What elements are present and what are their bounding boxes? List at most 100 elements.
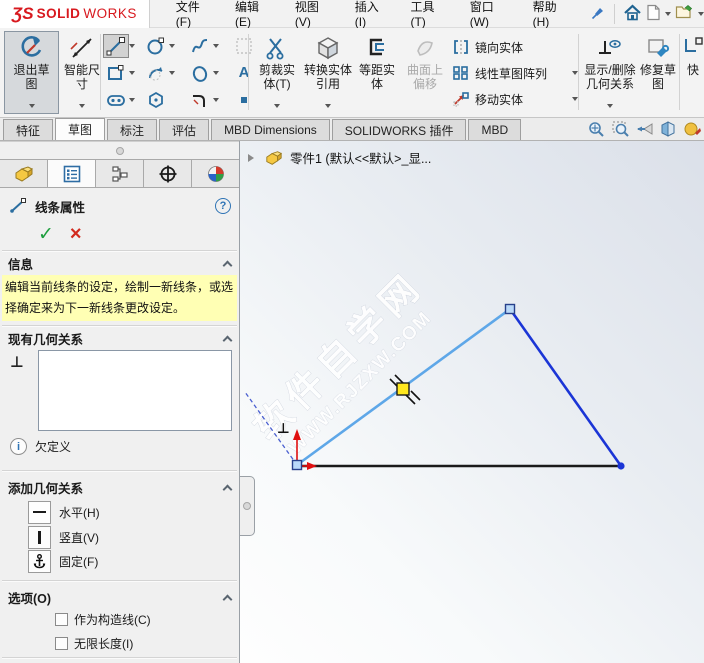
property-manager-icon: [63, 165, 80, 182]
tab-mbd[interactable]: MBD: [468, 119, 522, 140]
graphics-area[interactable]: 软件自学网 WWW.RJZXW.COM ⊥ 零件1 (默认<<默认>_显...: [240, 141, 704, 663]
ellipse-tool-button[interactable]: [187, 61, 213, 85]
display-delete-relations-dropdown-icon[interactable]: [607, 104, 613, 111]
new-document-icon[interactable]: [646, 4, 661, 24]
circle-tool-button[interactable]: [143, 34, 169, 58]
section-view-icon[interactable]: [659, 120, 678, 141]
arc-tool-button[interactable]: [143, 61, 169, 85]
tab-evaluate[interactable]: 评估: [159, 119, 210, 140]
pin-menu-icon[interactable]: [591, 5, 606, 23]
repair-sketch-button[interactable]: 修复草图: [640, 31, 676, 114]
line-tool-button[interactable]: [103, 33, 129, 58]
linear-pattern-button[interactable]: 线性草图阵列: [452, 60, 578, 86]
tab-display-manager[interactable]: [192, 160, 239, 187]
tree-expand-icon[interactable]: [248, 153, 258, 162]
tab-features[interactable]: 特征: [3, 119, 54, 140]
pattern-tools-group: 镜向实体 线性草图阵列 移动实体: [452, 34, 578, 112]
relation-horizontal[interactable]: 水平(H): [28, 500, 100, 524]
rectangle-dropdown-icon[interactable]: [129, 70, 135, 78]
mirror-entities-button[interactable]: 镜向实体: [452, 34, 578, 60]
spline-tool-button[interactable]: [187, 34, 213, 58]
tree-root-label[interactable]: 零件1 (默认<<默认>_显...: [290, 148, 431, 167]
tab-dimxpert-manager[interactable]: [144, 160, 192, 187]
panel-splitter-horizontal[interactable]: [0, 141, 239, 159]
ok-button[interactable]: ✓: [38, 223, 54, 246]
convert-dropdown-icon[interactable]: [325, 104, 331, 111]
sketch-line-right[interactable]: [508, 308, 623, 467]
help-button[interactable]: ?: [215, 198, 231, 214]
tab-mbd-dimensions[interactable]: MBD Dimensions: [211, 119, 330, 140]
tab-sketch[interactable]: 草图: [55, 118, 106, 140]
trim-entities-button[interactable]: 剪裁实体(T): [253, 31, 301, 114]
ribbon-separator: [248, 34, 249, 110]
feature-tree-flyout[interactable]: 零件1 (默认<<默认>_显...: [248, 148, 431, 167]
smart-dimension-dropdown-icon[interactable]: [79, 104, 85, 111]
polygon-tool-button[interactable]: [143, 88, 169, 112]
construction-line-checkbox[interactable]: [55, 612, 68, 626]
existing-relations-group-header[interactable]: 现有几何关系: [0, 329, 239, 347]
vertical-relation-button[interactable]: [28, 525, 51, 549]
display-delete-relations-button[interactable]: 显示/删除几何关系: [582, 31, 638, 114]
offset-entities-button[interactable]: 等距实体: [355, 31, 399, 114]
open-document-dropdown-icon[interactable]: [698, 11, 704, 19]
line-dropdown-icon[interactable]: [129, 43, 135, 51]
circle-dropdown-icon[interactable]: [169, 43, 175, 51]
trim-dropdown-icon[interactable]: [274, 104, 280, 111]
slot-dropdown-icon[interactable]: [129, 97, 135, 105]
tab-annotation[interactable]: 标注: [107, 119, 158, 140]
options-group-header[interactable]: 选项(O): [0, 588, 239, 606]
arc-dropdown-icon[interactable]: [169, 70, 175, 78]
sketch-endpoint[interactable]: [617, 462, 625, 470]
tab-property-manager[interactable]: [48, 160, 96, 187]
tab-configuration-manager[interactable]: [96, 160, 144, 187]
horizontal-relation-button[interactable]: [28, 500, 51, 524]
trim-entities-label: 剪裁实体(T): [258, 63, 295, 91]
surface-offset-icon: [417, 41, 433, 56]
sketch-canvas[interactable]: 软件自学网 WWW.RJZXW.COM ⊥: [240, 141, 704, 663]
add-relations-group-header[interactable]: 添加几何关系: [0, 478, 239, 496]
panel-splitter-vertical[interactable]: [240, 476, 255, 536]
info-group-label: 信息: [8, 257, 34, 272]
zoom-area-icon[interactable]: [611, 120, 630, 141]
previous-view-icon[interactable]: [635, 120, 654, 141]
quick-snaps-label: 快: [686, 63, 699, 77]
infinite-length-option[interactable]: 无限长度(I): [55, 634, 133, 652]
convert-entities-button[interactable]: 转换实体引用: [303, 31, 353, 114]
slot-tool-button[interactable]: [103, 88, 129, 112]
relation-fix[interactable]: 固定(F): [28, 549, 98, 573]
existing-relations-listbox[interactable]: [38, 350, 232, 431]
rectangle-tool-button[interactable]: [103, 61, 129, 85]
edit-appearance-icon[interactable]: [683, 120, 702, 141]
fillet-dropdown-icon[interactable]: [213, 97, 219, 105]
move-entities-button[interactable]: 移动实体: [452, 86, 578, 112]
spline-dropdown-icon[interactable]: [213, 43, 219, 51]
info-group-header[interactable]: 信息: [0, 254, 239, 272]
collapse-chevron-icon[interactable]: [222, 335, 233, 345]
ribbon-separator: [679, 34, 680, 110]
ellipse-dropdown-icon[interactable]: [213, 70, 219, 78]
collapse-chevron-icon[interactable]: [222, 260, 233, 270]
tab-featuremanager-tree[interactable]: [0, 160, 48, 187]
vertex-handle-origin[interactable]: [291, 459, 303, 471]
collapse-chevron-icon[interactable]: [222, 594, 233, 604]
smart-dimension-button[interactable]: 智能尺寸: [61, 31, 103, 114]
open-document-icon[interactable]: [675, 4, 694, 23]
fix-relation-button[interactable]: [28, 549, 51, 573]
construction-line-option[interactable]: 作为构造线(C): [55, 610, 151, 628]
fillet-tool-button[interactable]: [187, 88, 213, 112]
vertex-handle-apex[interactable]: [504, 303, 516, 315]
infinite-length-checkbox[interactable]: [55, 636, 68, 650]
exit-sketch-dropdown-icon[interactable]: [28, 104, 35, 111]
collapse-chevron-icon[interactable]: [222, 484, 233, 494]
tab-solidworks-addins[interactable]: SOLIDWORKS 插件: [331, 119, 467, 140]
exit-sketch-button[interactable]: 退出草图: [4, 31, 59, 114]
definition-status: i 欠定义: [10, 438, 71, 455]
new-document-dropdown-icon[interactable]: [665, 11, 671, 19]
zoom-fit-icon[interactable]: [587, 120, 606, 141]
home-icon[interactable]: [623, 3, 642, 24]
relation-vertical[interactable]: 竖直(V): [28, 525, 99, 549]
quick-snaps-button-clipped[interactable]: 快: [682, 31, 704, 114]
cancel-button[interactable]: ×: [70, 224, 82, 244]
part-icon: [15, 165, 33, 182]
divider: [2, 470, 237, 471]
